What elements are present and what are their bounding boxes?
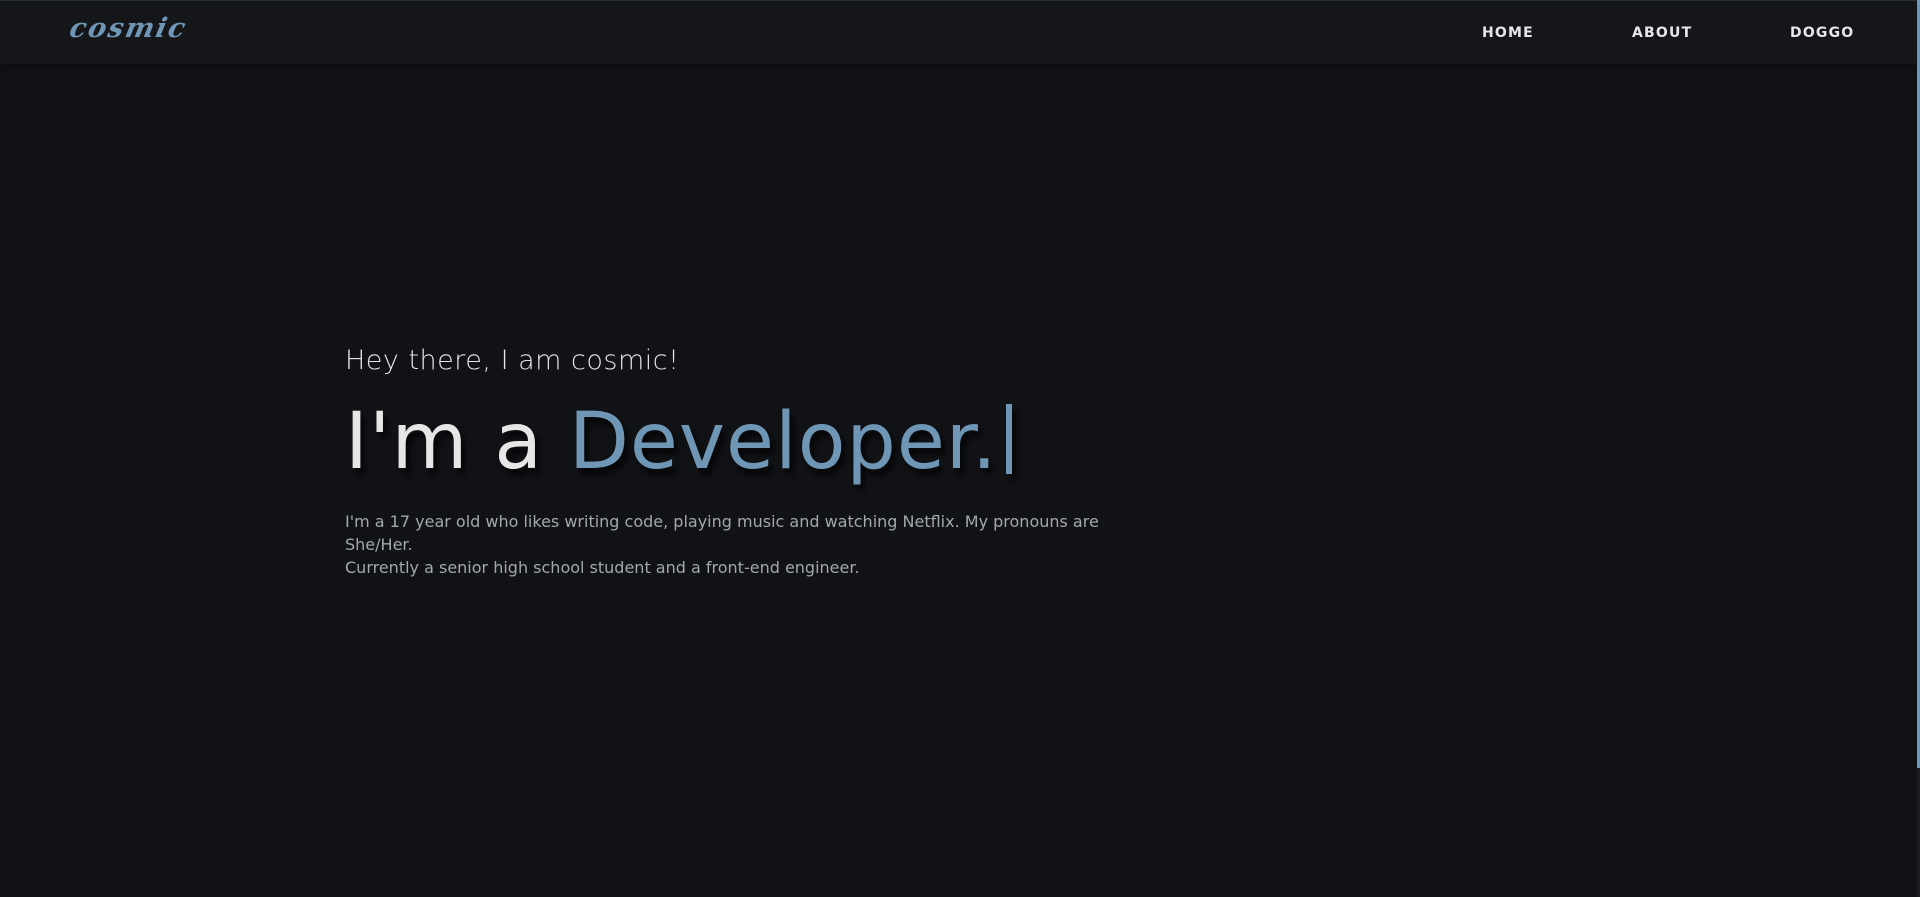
headline-role: Developer. bbox=[568, 397, 998, 487]
site-logo[interactable]: cosmic bbox=[67, 13, 191, 44]
typing-cursor bbox=[1005, 404, 1012, 474]
hero-headline: I'm a Developer. bbox=[345, 401, 1145, 484]
page: cosmic HOME ABOUT DOGGO Hey there, I am … bbox=[0, 0, 1920, 897]
hero-bio: I'm a 17 year old who likes writing code… bbox=[345, 510, 1145, 579]
headline-prefix: I'm a bbox=[345, 397, 544, 487]
hero-section: Hey there, I am cosmic! I'm a Developer.… bbox=[345, 345, 1145, 579]
bio-line-1: I'm a 17 year old who likes writing code… bbox=[345, 511, 1099, 554]
nav-about-link[interactable]: ABOUT bbox=[1632, 25, 1692, 41]
nav-doggo-link[interactable]: DOGGO bbox=[1790, 25, 1854, 41]
navbar: cosmic HOME ABOUT DOGGO bbox=[0, 0, 1917, 64]
nav-home-link[interactable]: HOME bbox=[1482, 25, 1534, 41]
hero-greeting: Hey there, I am cosmic! bbox=[345, 345, 680, 376]
bio-line-2: Currently a senior high school student a… bbox=[345, 557, 860, 577]
